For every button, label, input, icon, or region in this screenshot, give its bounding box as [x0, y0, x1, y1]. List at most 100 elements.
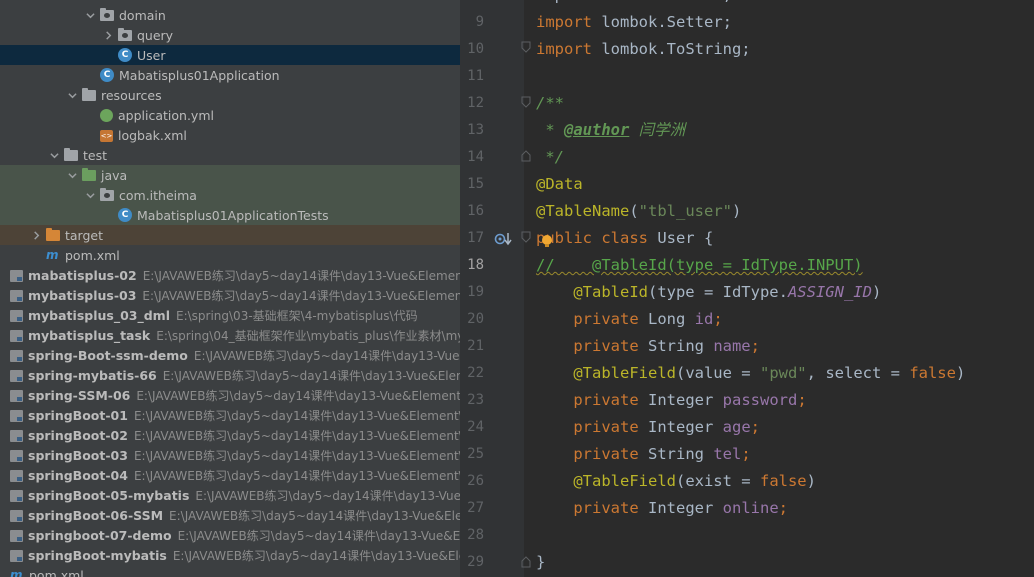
fold-icon[interactable]: [521, 41, 531, 53]
project-item[interactable]: mybatisplus_03_dml E:\spring\03-基础框架\4-my…: [0, 305, 460, 325]
implementation-gutter-icon[interactable]: [494, 231, 514, 247]
code-line[interactable]: public class User {: [536, 225, 713, 252]
code-line[interactable]: * @author 闫学洲: [536, 117, 685, 144]
project-item[interactable]: springBoot-mybatis E:\JAVAWEB练习\day5~day1…: [0, 545, 460, 565]
code-token: (type = IdType.: [647, 283, 788, 301]
line-number: 18: [467, 257, 484, 273]
tree-item[interactable]: query: [0, 25, 460, 45]
code-line[interactable]: @TableField(exist = false): [536, 468, 816, 495]
code-line[interactable]: @TableField(value = "pwd", select = fals…: [536, 360, 965, 387]
code-token: ;: [778, 499, 788, 517]
tree-item[interactable]: C Mabatisplus01Application: [0, 65, 460, 85]
line-number: 10: [467, 41, 484, 57]
project-item[interactable]: mybatisplus_task E:\spring\04_基础框架作业\myba…: [0, 325, 460, 345]
code-line[interactable]: // @TableId(type = IdType.INPUT): [536, 252, 863, 279]
code-line[interactable]: private Long id;: [536, 306, 723, 333]
yml-file-icon: [100, 108, 113, 122]
line-number: 17: [467, 230, 484, 246]
code-line[interactable]: /**: [536, 90, 564, 117]
line-number: 22: [467, 365, 484, 381]
project-item[interactable]: springBoot-01 E:\JAVAWEB练习\day5~day14课件\d…: [0, 405, 460, 425]
project-item[interactable]: springBoot-03 E:\JAVAWEB练习\day5~day14课件\d…: [0, 445, 460, 465]
code-line[interactable]: */: [536, 144, 564, 171]
expand-arrow-icon[interactable]: [48, 145, 60, 165]
tree-item[interactable]: application.yml: [0, 105, 460, 125]
project-item[interactable]: springBoot-02 E:\JAVAWEB练习\day5~day14课件\d…: [0, 425, 460, 445]
tree-item[interactable]: java: [0, 165, 460, 185]
fold-end-icon[interactable]: [521, 150, 531, 162]
code-line[interactable]: @TableId(type = IdType.ASSIGN_ID): [536, 279, 881, 306]
collapse-arrow-icon[interactable]: [30, 225, 42, 245]
project-item[interactable]: springBoot-06-SSM E:\JAVAWEB练习\day5~day14…: [0, 505, 460, 525]
fold-icon[interactable]: [521, 96, 531, 108]
expand-arrow-icon[interactable]: [84, 5, 96, 25]
project-name: springBoot-mybatis: [28, 547, 167, 563]
module-icon: [10, 449, 23, 462]
code-token: }: [536, 553, 546, 571]
project-path: E:\spring\03-基础框架\4-mybatisplus\代码: [175, 308, 418, 323]
project-item[interactable]: spring-SSM-06 E:\JAVAWEB练习\day5~day14课件\d…: [0, 385, 460, 405]
tree-item[interactable]: test: [0, 145, 460, 165]
code-line[interactable]: import lombok.Setter;: [536, 9, 732, 36]
project-path: E:\JAVAWEB练习\day5~day14课件\day13-Vue&Elem…: [142, 268, 460, 283]
tree-item[interactable]: C Mabatisplus01ApplicationTests: [0, 205, 460, 225]
code-line[interactable]: import lombok.Getter;: [536, 0, 732, 9]
maven-icon: m: [46, 248, 59, 262]
tree-item[interactable]: m pom.xml: [0, 245, 460, 265]
project-path: E:\JAVAWEB练习\day5~day14课件\day13-Vue&Elem…: [142, 288, 460, 303]
expand-arrow-icon[interactable]: [84, 185, 96, 205]
tree-item-label: java: [101, 167, 128, 183]
project-item[interactable]: mybatisplus-03 E:\JAVAWEB练习\day5~day14课件\…: [0, 285, 460, 305]
package-folder-icon: [100, 188, 114, 202]
project-name: spring-SSM-06: [28, 387, 131, 403]
code-line[interactable]: private Integer password;: [536, 387, 806, 414]
project-name: springBoot-06-SSM: [28, 507, 164, 523]
project-item[interactable]: springBoot-05-mybatis E:\JAVAWEB练习\day5~d…: [0, 485, 460, 505]
line-number: 29: [467, 554, 484, 570]
fold-icon[interactable]: [521, 231, 531, 243]
expand-arrow-icon[interactable]: [66, 85, 78, 105]
code-line[interactable]: private Integer age;: [536, 414, 760, 441]
lightbulb-icon[interactable]: [541, 234, 553, 248]
code-line[interactable]: }: [536, 549, 545, 576]
tree-item[interactable]: target: [0, 225, 460, 245]
code-token: (value =: [675, 364, 760, 382]
tree-item[interactable]: resources: [0, 85, 460, 105]
code-line[interactable]: import lombok.ToString;: [536, 36, 751, 63]
code-line[interactable]: @TableName("tbl_user"): [536, 198, 741, 225]
maven-icon: m: [10, 568, 23, 577]
package-folder-icon: [100, 8, 114, 22]
collapse-arrow-icon[interactable]: [102, 25, 114, 45]
project-item[interactable]: spring-mybatis-66 E:\JAVAWEB练习\day5~day14…: [0, 365, 460, 385]
project-item[interactable]: spring-Boot-ssm-demo E:\JAVAWEB练习\day5~da…: [0, 345, 460, 365]
project-item[interactable]: mabatisplus-02 E:\JAVAWEB练习\day5~day14课件\…: [0, 265, 460, 285]
comment: *: [536, 121, 564, 139]
folder-icon: [64, 148, 78, 162]
project-path: E:\JAVAWEB练习\day5~day14课件\day13-Vue&El: [195, 488, 460, 503]
tree-item-label: pom.xml: [65, 247, 120, 263]
line-number: 9: [475, 14, 484, 30]
code-line[interactable]: private String tel;: [536, 441, 750, 468]
tree-item[interactable]: com.itheima: [0, 185, 460, 205]
project-path: E:\JAVAWEB练习\day5~day14课件\day13-Vue&Elem…: [162, 368, 460, 383]
project-item[interactable]: springBoot-04 E:\JAVAWEB练习\day5~day14课件\d…: [0, 465, 460, 485]
line-comment: // @TableId(type = IdType.INPUT): [536, 256, 863, 274]
line-number: 23: [467, 392, 484, 408]
tree-item-label: application.yml: [118, 107, 214, 123]
test-source-folder-icon: [82, 168, 96, 182]
project-tree-panel: domain query C User C Mabatisplus01Applicatio…: [0, 0, 460, 577]
line-number: 28: [467, 527, 484, 543]
fold-end-icon[interactable]: [521, 556, 531, 568]
code-token: ): [806, 472, 816, 490]
expand-arrow-icon[interactable]: [66, 165, 78, 185]
tree-item[interactable]: m pom.xml: [0, 565, 460, 577]
line-number: 19: [467, 284, 484, 300]
tree-item[interactable]: <> logbak.xml: [0, 125, 460, 145]
code-token: ;: [713, 310, 723, 328]
code-line[interactable]: private Integer online;: [536, 495, 788, 522]
code-line[interactable]: @Data: [536, 171, 583, 198]
code-line[interactable]: private String name;: [536, 333, 760, 360]
project-item[interactable]: springboot-07-demo E:\JAVAWEB练习\day5~day1…: [0, 525, 460, 545]
tree-item[interactable]: C User: [0, 45, 460, 65]
tree-item[interactable]: domain: [0, 5, 460, 25]
